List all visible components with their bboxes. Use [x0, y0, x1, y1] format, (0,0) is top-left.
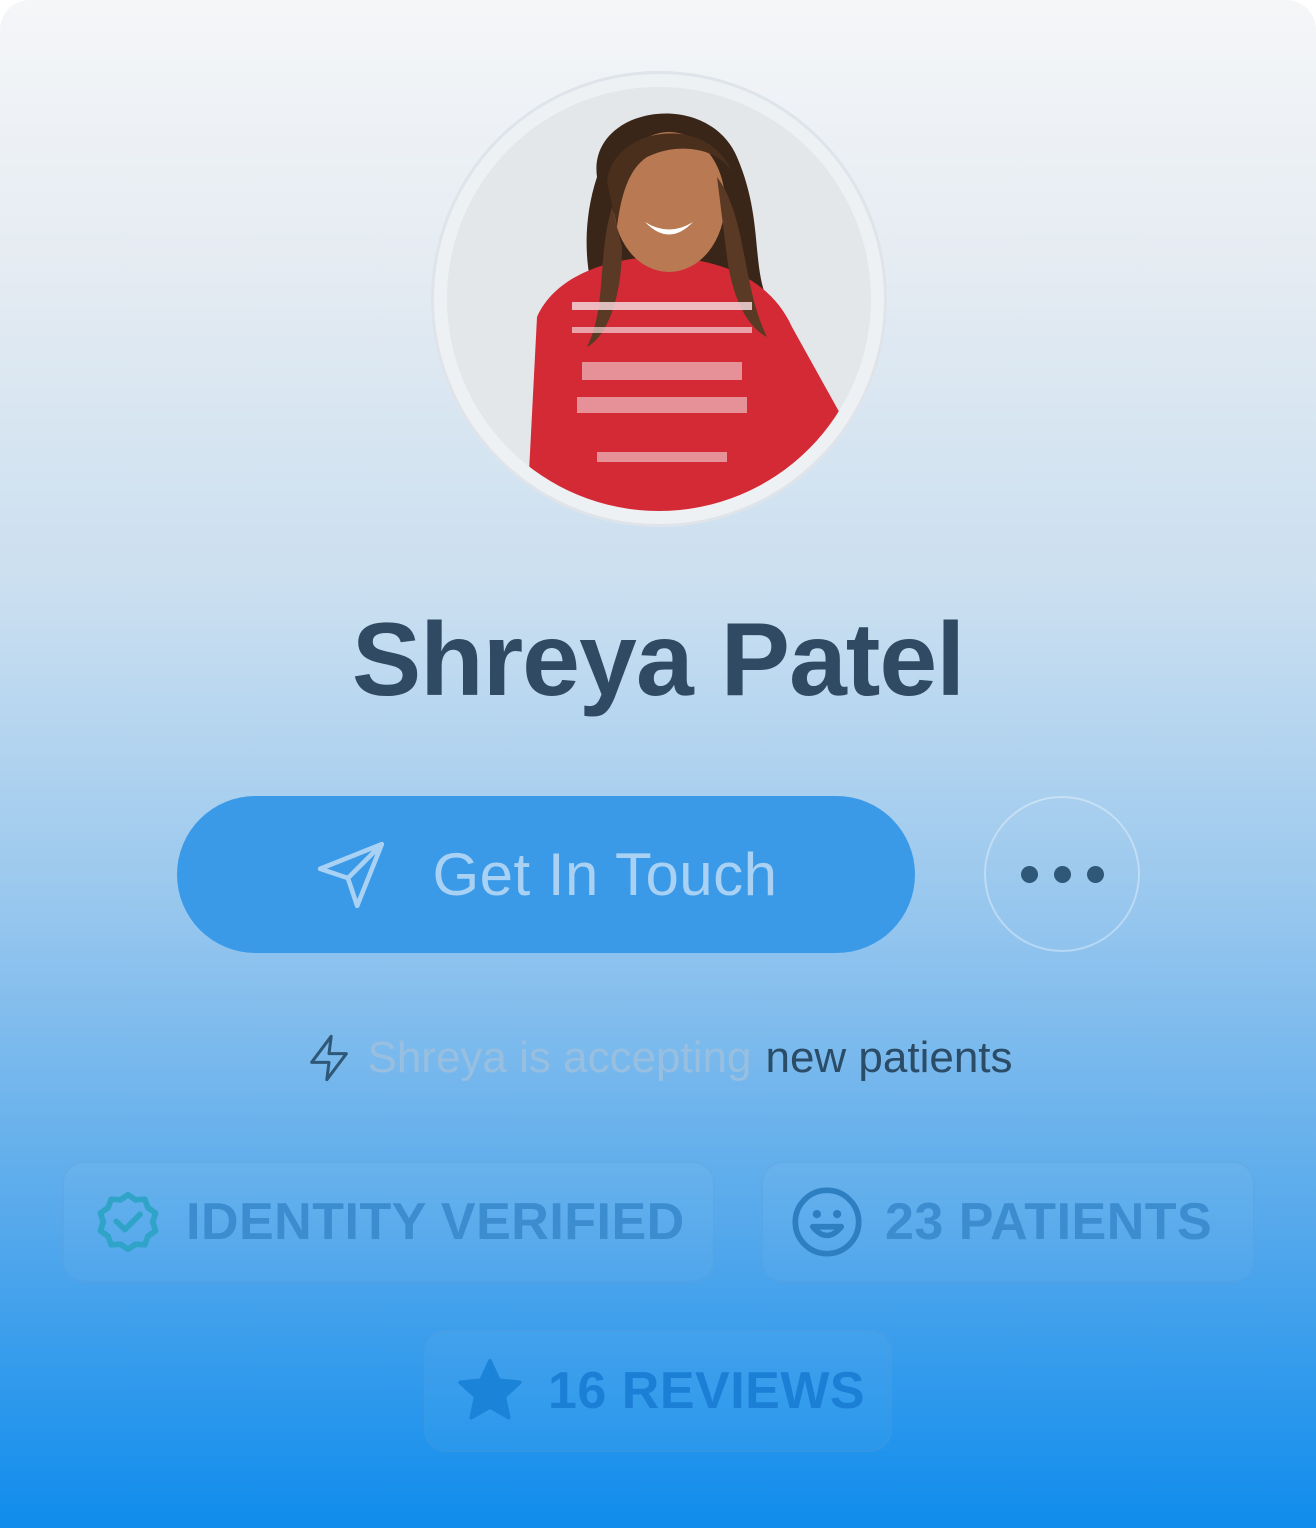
send-icon [318, 841, 385, 908]
star-icon [458, 1359, 522, 1420]
reviews-count-badge: 16 REVIEWS [424, 1330, 892, 1452]
accepting-status: Shreya is accepting new patients [0, 1028, 1316, 1088]
identity-verified-badge: IDENTITY VERIFIED [62, 1161, 715, 1283]
patients-count-badge: 23 PATIENTS [761, 1161, 1255, 1283]
verified-badge-icon [97, 1191, 159, 1253]
more-horizontal-icon [1020, 865, 1104, 883]
accepting-text: Shreya is accepting [367, 1033, 752, 1082]
new-patients-text: new patients [765, 1033, 1013, 1082]
identity-verified-label: IDENTITY VERIFIED [186, 1193, 685, 1251]
profile-name: Shreya Patel [351, 602, 965, 718]
avatar-photo [447, 87, 871, 511]
smiley-face-icon [792, 1187, 862, 1257]
get-in-touch-button[interactable]: Get In Touch [177, 796, 915, 953]
reviews-count-label: 16 REVIEWS [548, 1362, 866, 1420]
get-in-touch-label: Get In Touch [432, 841, 778, 908]
patients-count-label: 23 PATIENTS [885, 1193, 1213, 1251]
profile-card: Shreya Patel Get In Touch Shreya is acce… [0, 0, 1316, 1528]
more-options-button[interactable] [984, 796, 1140, 952]
avatar[interactable] [447, 87, 871, 511]
lightning-icon [310, 1034, 349, 1082]
